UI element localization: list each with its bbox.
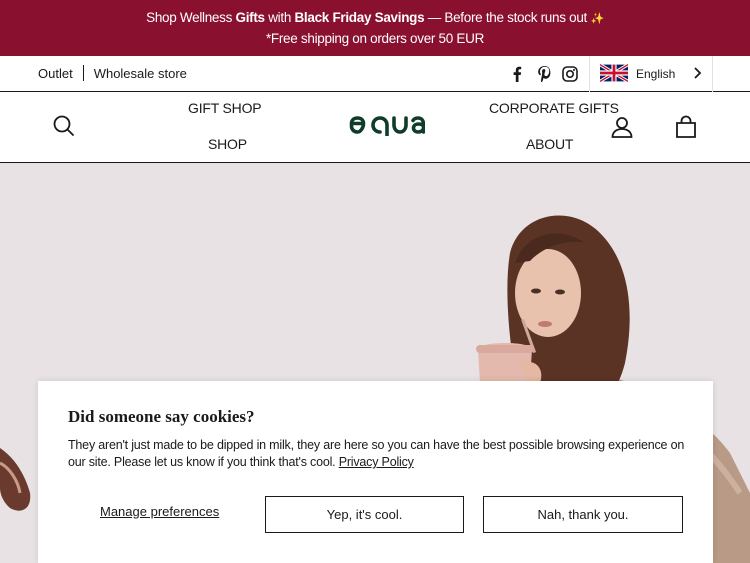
cart-icon[interactable] [674, 114, 698, 138]
announcement-text: — Before the stock runs out [424, 10, 591, 25]
language-label: English [636, 67, 676, 81]
manage-preferences-link[interactable]: Manage preferences [100, 504, 219, 519]
chevron-right-icon [692, 66, 702, 83]
announcement-bold-sale: Black Friday Savings [294, 10, 425, 25]
search-icon[interactable] [53, 115, 75, 137]
account-icon[interactable] [610, 115, 634, 139]
privacy-policy-link[interactable]: Privacy Policy [339, 455, 414, 469]
outlet-link[interactable]: Outlet [38, 66, 73, 81]
announcement-text: with [264, 10, 295, 25]
main-navigation: GIFT SHOP SHOP CORPORATE GIFTS ABOUT [0, 92, 750, 163]
announcement-bar: Shop Wellness Gifts with Black Friday Sa… [0, 0, 750, 56]
nav-about[interactable]: ABOUT [526, 136, 573, 152]
nav-shop[interactable]: SHOP [208, 136, 247, 152]
wholesale-link[interactable]: Wholesale store [94, 66, 187, 81]
cookie-banner: Did someone say cookies? They aren't jus… [38, 381, 713, 563]
divider [82, 65, 84, 81]
sparkle-icon: ✨ [590, 13, 604, 25]
instagram-icon[interactable] [560, 64, 580, 84]
cookie-body: They aren't just made to be dipped in mi… [68, 437, 688, 471]
announcement-line-2: *Free shipping on orders over 50 EUR [265, 31, 485, 46]
announcement-bold-gifts: Gifts [235, 10, 266, 25]
utility-bar: Outlet Wholesale store English [0, 56, 750, 92]
nav-corporate-gifts[interactable]: CORPORATE GIFTS [489, 100, 619, 116]
pinterest-icon[interactable] [534, 64, 554, 84]
accept-cookies-button[interactable]: Yep, it's cool. [265, 496, 464, 533]
decline-cookies-button[interactable]: Nah, thank you. [483, 496, 683, 533]
nav-gift-shop[interactable]: GIFT SHOP [188, 100, 262, 116]
announcement-line-1[interactable]: Shop Wellness Gifts with Black Friday Sa… [0, 8, 750, 29]
announcement-text: Shop Wellness [146, 10, 236, 25]
equa-logo[interactable] [347, 114, 426, 141]
language-selector[interactable]: English [589, 56, 713, 92]
facebook-icon[interactable] [507, 64, 527, 84]
cookie-title: Did someone say cookies? [68, 407, 255, 426]
uk-flag-icon [599, 62, 629, 85]
